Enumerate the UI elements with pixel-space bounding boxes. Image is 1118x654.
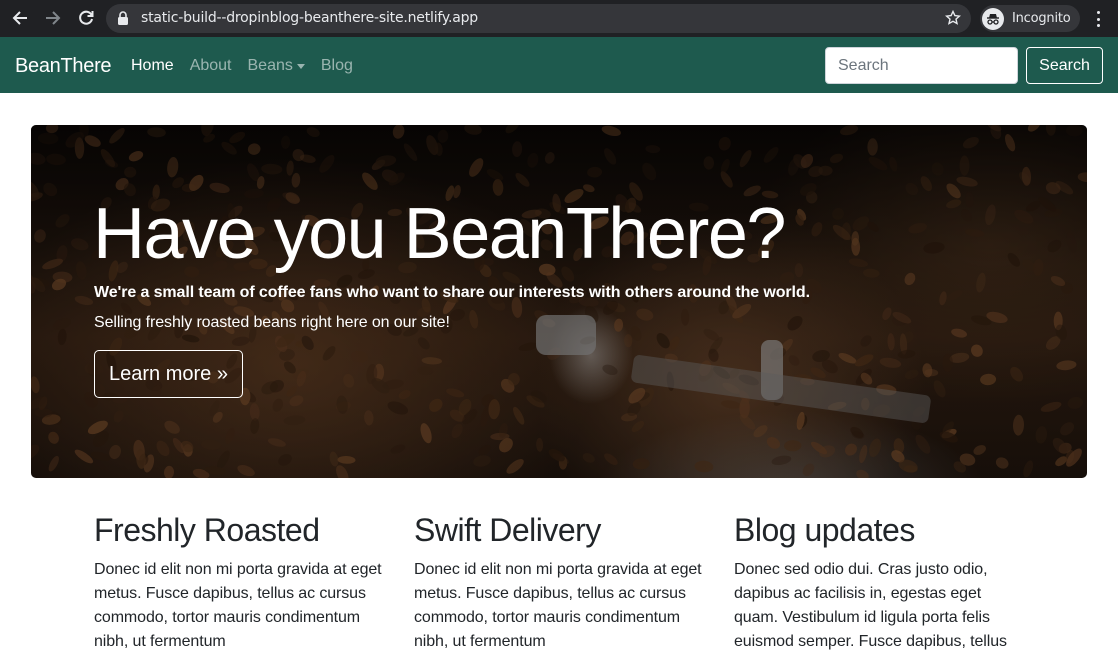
browser-toolbar: static-build--dropinblog-beanthere-site.…	[0, 0, 1118, 37]
url-text[interactable]: static-build--dropinblog-beanthere-site.…	[141, 10, 478, 27]
nav-about[interactable]: About	[190, 56, 232, 76]
nav-blog[interactable]: Blog	[321, 56, 353, 76]
feature-column: Blog updates Donec sed odio dui. Cras ju…	[734, 510, 1024, 654]
more-vert-icon[interactable]	[1090, 9, 1106, 29]
nav-links: Home About Beans Blog	[131, 56, 369, 76]
nav-beans-dropdown[interactable]: Beans	[248, 56, 305, 76]
incognito-label: Incognito	[1012, 11, 1071, 26]
feature-title: Blog updates	[734, 512, 915, 548]
feature-column: Freshly Roasted Donec id elit non mi por…	[94, 510, 384, 654]
feature-column: Swift Delivery Donec id elit non mi port…	[414, 510, 704, 654]
hero-subtext: Selling freshly roasted beans right here…	[94, 314, 450, 331]
forward-arrow-icon[interactable]	[43, 8, 63, 28]
hero-lead: We're a small team of coffee fans who wa…	[94, 284, 810, 301]
nav-beans-label: Beans	[247, 57, 293, 74]
feature-text: Donec id elit non mi porta gravida at eg…	[94, 561, 382, 650]
incognito-icon	[982, 7, 1004, 30]
star-icon[interactable]	[944, 9, 962, 31]
search-input[interactable]	[825, 47, 1018, 84]
feature-title: Swift Delivery	[414, 512, 601, 548]
search-button[interactable]: Search	[1026, 47, 1103, 84]
feature-title: Freshly Roasted	[94, 512, 320, 548]
address-bar[interactable]: static-build--dropinblog-beanthere-site.…	[106, 4, 971, 33]
back-arrow-icon[interactable]	[10, 8, 30, 28]
lock-icon[interactable]	[117, 11, 129, 30]
site-navbar: BeanThere Home About Beans Blog Search	[0, 37, 1118, 93]
profile-button[interactable]: Incognito	[980, 5, 1080, 32]
brand-link[interactable]: BeanThere	[15, 54, 112, 78]
hero-jumbotron: Have you BeanThere? We're a small team o…	[31, 125, 1087, 478]
hero-title: Have you BeanThere?	[93, 194, 786, 274]
feature-text: Donec sed odio dui. Cras justo odio, dap…	[734, 561, 1007, 650]
learn-more-button[interactable]: Learn more »	[94, 350, 243, 398]
feature-text: Donec id elit non mi porta gravida at eg…	[414, 561, 702, 650]
reload-icon[interactable]	[76, 8, 96, 28]
caret-down-icon	[296, 63, 305, 69]
nav-home[interactable]: Home	[131, 56, 174, 76]
